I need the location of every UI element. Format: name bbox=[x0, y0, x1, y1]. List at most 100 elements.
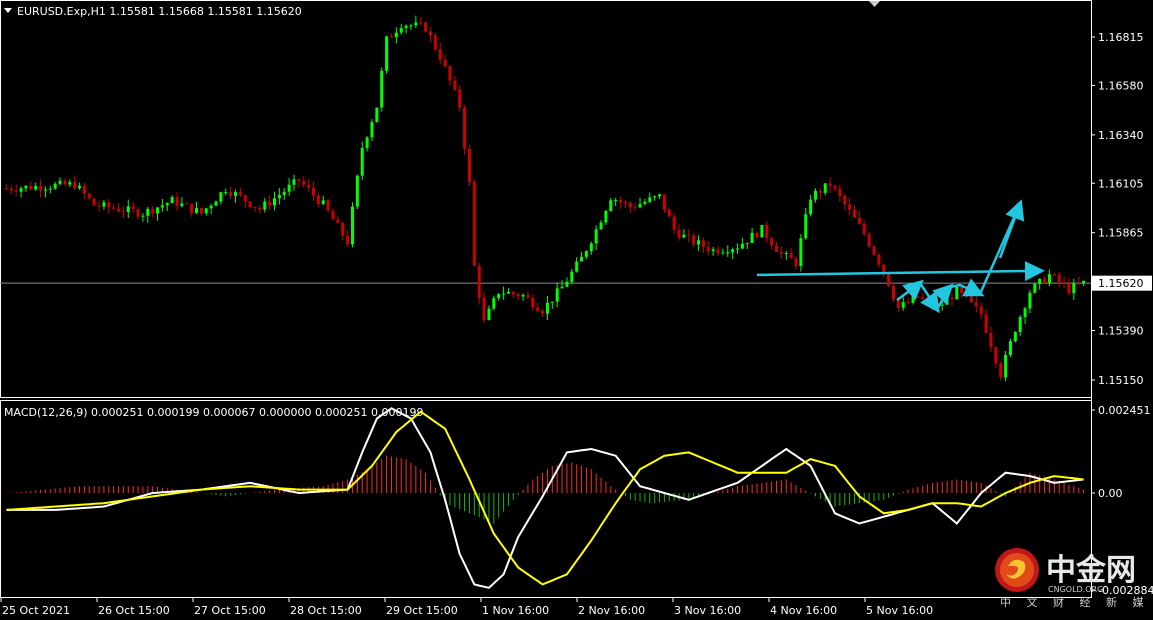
candle-body bbox=[789, 252, 793, 259]
candle-body bbox=[584, 251, 588, 257]
candle-body bbox=[263, 201, 267, 210]
candle-body bbox=[979, 306, 983, 315]
mt4-chart: EURUSD.Exp,H1 1.15581 1.15668 1.15581 1.… bbox=[0, 0, 1153, 617]
candle-body bbox=[852, 209, 856, 218]
candle-body bbox=[682, 234, 686, 238]
candle-body bbox=[43, 189, 47, 191]
chart-menu-icon[interactable] bbox=[4, 8, 12, 13]
candle-body bbox=[160, 205, 164, 208]
candle-body bbox=[940, 304, 944, 306]
candle-body bbox=[667, 209, 671, 217]
candle-body bbox=[848, 204, 852, 210]
candle-body bbox=[1057, 274, 1061, 283]
candle-body bbox=[911, 296, 915, 303]
candle-body bbox=[385, 36, 389, 71]
candle-body bbox=[248, 201, 252, 207]
candle-body bbox=[180, 203, 184, 207]
candle-body bbox=[141, 215, 145, 217]
candle-body bbox=[565, 281, 569, 287]
macd-line bbox=[6, 407, 1084, 589]
candle-body bbox=[438, 49, 442, 60]
candle-body bbox=[112, 207, 116, 209]
candle-body bbox=[721, 252, 725, 254]
candle-body bbox=[424, 22, 428, 32]
candle-body bbox=[14, 190, 18, 192]
candle-body bbox=[823, 183, 827, 193]
candle-body bbox=[580, 256, 584, 262]
candle-body bbox=[131, 206, 135, 210]
candle-body bbox=[872, 246, 876, 255]
candle-body bbox=[126, 206, 130, 212]
candle-body bbox=[268, 201, 272, 206]
candle-body bbox=[784, 252, 788, 254]
one-click-toggle-icon[interactable] bbox=[869, 1, 880, 7]
candle-body bbox=[1008, 341, 1012, 355]
candle-body bbox=[716, 249, 720, 254]
price-tick-label: 1.16815 bbox=[1098, 31, 1144, 44]
candle-body bbox=[492, 298, 496, 309]
candle-body bbox=[921, 297, 925, 299]
price-tick-label: 1.16580 bbox=[1098, 79, 1144, 92]
candle-body bbox=[467, 148, 471, 183]
candle-body bbox=[399, 27, 403, 33]
candle-body bbox=[165, 203, 169, 206]
candle-body bbox=[516, 294, 520, 297]
candle-body bbox=[638, 203, 642, 208]
candle-body bbox=[750, 232, 754, 243]
candle-body bbox=[1033, 283, 1037, 293]
candle-body bbox=[974, 302, 978, 307]
price-tick-label: 1.15150 bbox=[1098, 374, 1144, 387]
candle-body bbox=[999, 363, 1003, 378]
candle-body bbox=[804, 214, 808, 239]
candle-body bbox=[102, 202, 106, 207]
time-tick-label: 3 Nov 16:00 bbox=[674, 604, 741, 617]
candle-body bbox=[765, 224, 769, 239]
candle-body bbox=[277, 194, 281, 199]
candle-body bbox=[472, 182, 476, 266]
time-tick-label: 5 Nov 16:00 bbox=[866, 604, 933, 617]
price-tick-label: 1.15390 bbox=[1098, 325, 1144, 338]
candle-body bbox=[170, 197, 174, 204]
watermark-tagline: 中 文 财 经 新 媒 体 bbox=[1000, 595, 1153, 609]
candle-body bbox=[926, 298, 930, 301]
candle-body bbox=[711, 249, 715, 252]
candle-body bbox=[497, 293, 501, 299]
candle-body bbox=[740, 243, 744, 249]
candle-body bbox=[273, 198, 276, 206]
candle-body bbox=[428, 31, 432, 36]
candle-body bbox=[867, 234, 871, 247]
candle-body bbox=[87, 193, 91, 199]
candle-body bbox=[677, 229, 681, 238]
price-tick-label: 1.15865 bbox=[1098, 227, 1144, 240]
candle-body bbox=[658, 194, 662, 197]
candle-body bbox=[151, 208, 155, 214]
candle-body bbox=[63, 180, 67, 185]
candle-body bbox=[78, 185, 82, 189]
price-tick-label: 1.16340 bbox=[1098, 129, 1144, 142]
candle-body bbox=[487, 308, 491, 320]
candle-body bbox=[945, 297, 949, 305]
candle-body bbox=[253, 206, 257, 208]
candle-body bbox=[901, 302, 905, 308]
candle-body bbox=[502, 293, 506, 295]
candle-body bbox=[1072, 283, 1076, 294]
candle-body bbox=[453, 80, 457, 90]
candle-body bbox=[463, 107, 467, 149]
candle-body bbox=[989, 332, 993, 348]
candle-body bbox=[336, 219, 340, 223]
candle-body bbox=[623, 202, 627, 204]
candle-body bbox=[570, 271, 574, 282]
candle-body bbox=[136, 209, 140, 217]
candle-body bbox=[609, 200, 613, 211]
candle-body bbox=[633, 207, 637, 209]
candle-body bbox=[833, 186, 837, 189]
candle-body bbox=[1028, 292, 1032, 309]
candle-body bbox=[350, 206, 354, 245]
candle-body bbox=[599, 222, 603, 230]
projected-path-arrow[interactable] bbox=[998, 199, 1025, 259]
candle-body bbox=[814, 190, 817, 200]
candle-body bbox=[360, 147, 364, 176]
trendline-arrow[interactable] bbox=[756, 261, 1045, 282]
current-price-label: 1.15620 bbox=[1098, 277, 1144, 290]
candle-body bbox=[575, 261, 579, 272]
